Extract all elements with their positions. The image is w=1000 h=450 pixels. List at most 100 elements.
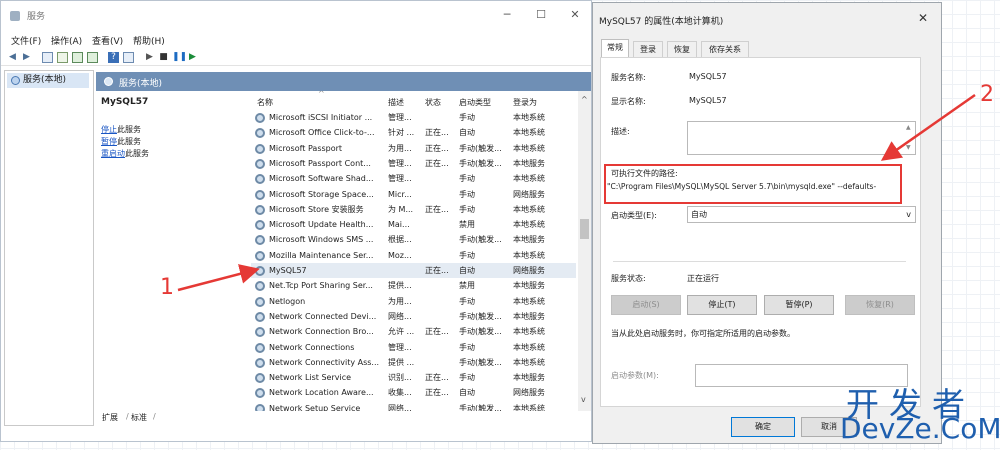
table-cell: MySQL57 [269,266,307,275]
table-row[interactable]: Microsoft Office Click-to-... 针对 ... 正在...… [251,125,576,140]
table-cell: 本地系统 [513,296,545,306]
maximize-button[interactable]: ☐ [529,7,553,23]
column-header-name[interactable]: 名称 [257,97,273,108]
menu-file[interactable]: 文件(F) [11,34,41,47]
service-gear-icon [255,235,265,246]
table-row[interactable]: Microsoft Storage Space... Micr... 手动 网络服务 [251,187,576,202]
tree-item-label: 服务(本地) [23,75,67,85]
table-cell: 网络服务 [513,266,545,275]
link-text[interactable]: 重启动 [101,149,125,158]
help-icon[interactable]: ? [108,52,119,63]
ok-button[interactable]: 确定 [731,417,795,437]
dialog-title: MySQL57 的属性(本地计算机) [599,17,724,27]
table-row[interactable]: Microsoft Software Shad... 管理... 手动 本地系统 [251,171,576,186]
table-row[interactable]: Network Location Aware... 收集... 正在... 自动 网络服… [251,385,576,400]
properties-icon[interactable] [57,52,68,63]
restart-service-link[interactable]: 重启动此服务 [101,148,149,159]
service-name-label: 服务名称: [611,73,646,82]
table-cell: 管理... [388,158,412,168]
table-row[interactable]: Microsoft Update Health... Mai... 禁用 本地系统 [251,217,576,232]
table-row[interactable]: Microsoft iSCSI Initiator ... 管理... 手动 本地系统 [251,110,576,125]
table-cell: 自动 [459,388,475,398]
link-text[interactable]: 停止 [101,125,117,134]
table-cell: 本地系统 [513,357,545,367]
stop-service-link[interactable]: 停止此服务 [101,124,141,135]
table-row[interactable]: Microsoft Passport 为用... 正在... 手动(触发... 本地系统 [251,141,576,156]
menu-view[interactable]: 查看(V) [92,34,123,47]
tab-general[interactable]: 常规 [601,39,629,57]
table-row[interactable]: Microsoft Store 安装服务 为 M... 正在... 手动 本地系统 [251,202,576,217]
restart-icon[interactable]: ▶ [187,52,198,63]
table-cell: 本地系统 [513,113,545,122]
table-row[interactable]: Network Connections 管理... 手动 本地系统 [251,340,576,355]
stop-button[interactable]: 停止(T) [687,295,757,315]
scroll-up-icon[interactable]: ▲ [906,124,911,131]
tab-dependencies[interactable]: 依存关系 [701,41,749,57]
list-scrollbar[interactable]: ^ v [578,91,591,411]
table-cell: 自动 [459,266,475,275]
column-header-description[interactable]: 描述 [388,97,404,108]
menu-help[interactable]: 帮助(H) [133,34,165,47]
list-rows: Microsoft iSCSI Initiator ... 管理... 手动 本地系统… [251,110,576,411]
play-icon[interactable]: ▶ [144,52,155,63]
watermark-bottom: DevZe.CoM [840,412,1000,445]
link-rest: 此服务 [117,137,141,146]
menu-action[interactable]: 操作(A) [51,34,82,47]
startup-type-select[interactable]: 自动 v [687,206,916,223]
pause-icon[interactable]: ❚❚ [172,52,187,63]
console-tree-icon[interactable] [42,52,53,63]
table-row[interactable]: Net.Tcp Port Sharing Ser... 提供... 禁用 本地服务 [251,278,576,293]
forward-arrow-icon[interactable]: ▶ [21,52,32,63]
column-header-startup-type[interactable]: 启动类型 [459,97,491,108]
column-header-logon-as[interactable]: 登录为 [513,97,537,108]
table-cell: 正在... [425,158,449,168]
minimize-button[interactable]: ─ [495,7,519,23]
table-row[interactable]: Network Connectivity Ass... 提供 ... 手动(触发..… [251,355,576,370]
start-button[interactable]: 启动(S) [611,295,681,315]
resume-button[interactable]: 恢复(R) [845,295,915,315]
pause-service-link[interactable]: 暂停此服务 [101,136,141,147]
pause-button[interactable]: 暂停(P) [764,295,834,315]
scroll-down-icon[interactable]: ▼ [906,144,911,151]
table-row[interactable]: Network Connected Devi... 网络... 手动(触发... 本地… [251,309,576,324]
scroll-down-icon[interactable]: v [581,395,586,404]
scroll-up-icon[interactable]: ^ [581,95,588,104]
table-cell: 手动(触发... [459,235,502,245]
table-row[interactable]: Microsoft Windows SMS ... 根据... 手动(触发... 本地… [251,232,576,247]
general-tab-panel: 服务名称: MySQL57 显示名称: MySQL57 描述: ▲ ▼ 可执行文… [600,57,921,407]
table-cell: Micr... [388,189,412,199]
table-row[interactable]: MySQL57 正在... 自动 网络服务 [251,263,576,279]
table-cell: 正在... [425,128,449,138]
scroll-thumb[interactable] [580,219,589,239]
tab-logon[interactable]: 登录 [633,41,663,57]
tree-item-services-local[interactable]: 服务(本地) [7,73,89,88]
view-icon[interactable] [123,52,134,63]
back-arrow-icon[interactable]: ◀ [7,52,18,63]
table-row[interactable]: Mozilla Maintenance Ser... Moz... 手动 本地系统 [251,248,576,263]
column-header-status[interactable]: 状态 [425,97,441,108]
service-gear-icon [255,189,265,200]
export-icon[interactable] [87,52,98,63]
refresh-icon[interactable] [72,52,83,63]
close-button[interactable]: ✕ [563,7,587,23]
tab-standard[interactable]: 标准 [131,412,147,423]
table-cell: 手动(触发... [459,158,502,168]
description-box[interactable]: ▲ ▼ [687,121,916,155]
service-gear-icon [255,220,265,231]
table-row[interactable]: Microsoft Passport Cont... 管理... 正在... 手动(触… [251,156,576,171]
title-bar: 服务 ─ ☐ ✕ [1,1,591,29]
tab-extended[interactable]: 扩展 [102,412,118,423]
tab-recovery[interactable]: 恢复 [667,41,697,57]
table-cell: 本地服务 [513,235,545,245]
table-cell: 本地服务 [513,158,545,168]
table-row[interactable]: Network Setup Service 网络... 手动(触发... 本地系统 [251,401,576,411]
table-row[interactable]: Network Connection Bro... 允许 ... 正在... 手动(触… [251,324,576,339]
stop-icon[interactable]: ■ [158,52,169,63]
window-title: 服务 [27,12,46,22]
table-row[interactable]: Network List Service 识别... 正在... 手动 本地服务 [251,370,576,385]
table-row[interactable]: Netlogon 为用... 手动 本地系统 [251,294,576,309]
link-text[interactable]: 暂停 [101,137,117,146]
table-cell: 禁用 [459,281,475,291]
table-cell: 网络... [388,403,412,411]
dialog-close-button[interactable]: ✕ [918,11,928,25]
